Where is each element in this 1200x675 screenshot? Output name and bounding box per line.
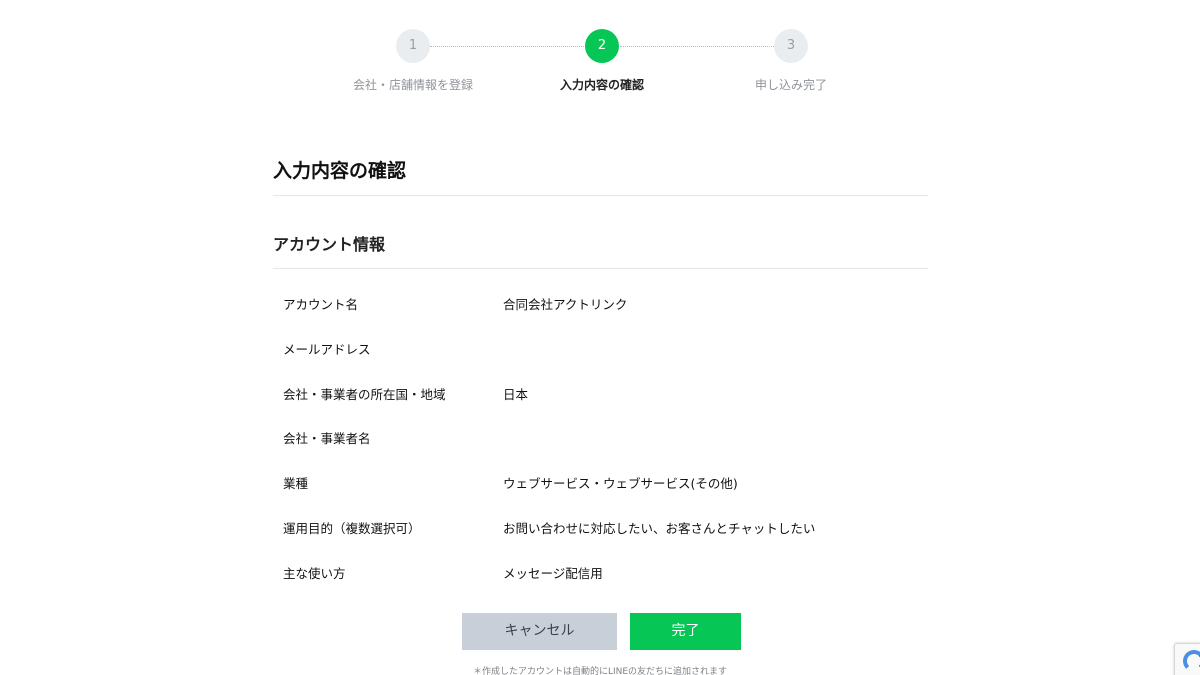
info-label: 業種 [283,476,309,492]
info-label: 会社・事業者名 [283,431,371,447]
info-value: メッセージ配信用 [503,565,603,581]
step-1: 1 会社・店舗情報を登録 [323,29,503,93]
step-label: 申し込み完了 [754,78,827,92]
step-label: 入力内容の確認 [559,78,644,92]
section-title: アカウント情報 [273,235,386,254]
step-number-circle: 2 [585,29,619,63]
step-3: 3 申し込み完了 [701,29,881,93]
step-2: 2 入力内容の確認 [512,29,692,93]
page-title: 入力内容の確認 [273,160,407,182]
info-value: ウェブサービス・ウェブサービス(その他) [503,476,738,492]
info-value: 日本 [503,386,529,402]
info-label: メールアドレス [283,341,371,357]
info-row-purpose: 運用目的（複数選択可） お問い合わせに対応したい、お客さんとチャットしたい [283,504,923,549]
info-value: 合同会社アクトリンク [503,297,628,312]
info-row-company-name: 会社・事業者名 [283,414,923,459]
step-number-circle: 1 [396,29,430,63]
info-label: 主な使い方 [283,565,346,581]
info-row-account-name: アカウント名 合同会社アクトリンク [283,280,923,325]
info-row-industry: 業種 ウェブサービス・ウェブサービス(その他) [283,459,923,504]
info-row-email: メールアドレス [283,325,923,370]
info-value: お問い合わせに対応したい、お客さんとチャットしたい [503,520,816,536]
footnote: ＊作成したアカウントは自動的にLINEの友だちに追加されます [472,667,728,675]
account-info-list: アカウント名 合同会社アクトリンク メールアドレス 会社・事業者の所在国・地域 … [283,280,923,594]
divider [273,195,928,196]
step-number-circle: 3 [774,29,808,63]
recaptcha-icon [1183,650,1200,672]
cancel-button[interactable]: キャンセル [462,613,617,650]
progress-stepper: 1 会社・店舗情報を登録 2 入力内容の確認 3 申し込み完了 [0,29,1200,99]
info-row-country: 会社・事業者の所在国・地域 日本 [283,370,923,415]
info-label: 運用目的（複数選択可） [283,520,421,536]
step-label: 会社・店舗情報を登録 [352,78,473,92]
info-label: アカウント名 [283,297,359,312]
recaptcha-badge[interactable] [1174,643,1200,675]
divider [273,268,928,269]
info-label: 会社・事業者の所在国・地域 [283,386,446,402]
info-row-usage: 主な使い方 メッセージ配信用 [283,549,923,594]
done-button[interactable]: 完了 [630,613,741,650]
